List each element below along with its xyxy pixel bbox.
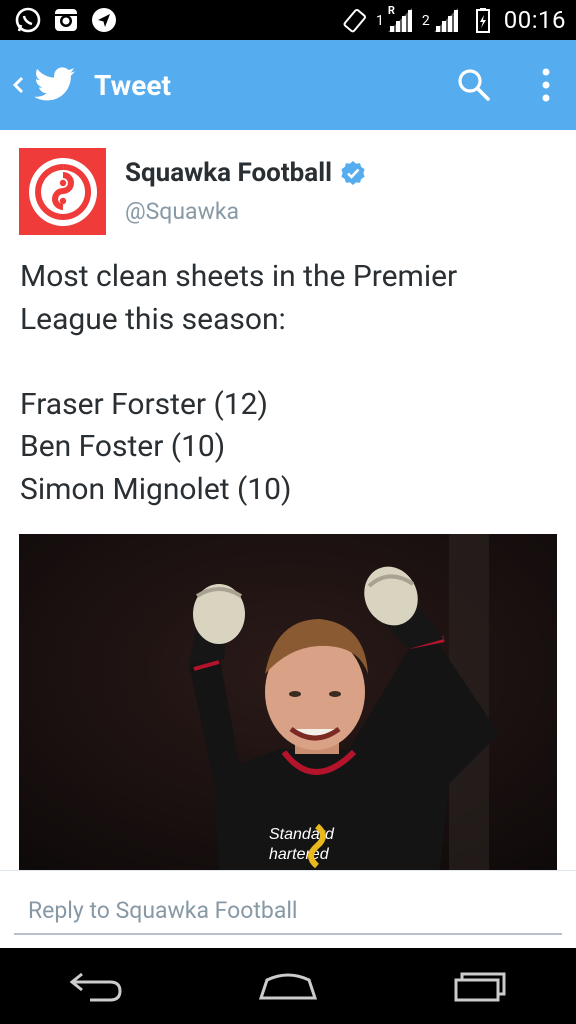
signal-icon [432, 6, 460, 34]
vibrate-icon [340, 6, 368, 34]
signal-icon: R [386, 4, 414, 34]
navigation-bar [0, 948, 576, 1024]
home-icon [258, 973, 318, 1000]
twitter-bird-icon[interactable] [34, 67, 76, 103]
nav-back-button[interactable] [56, 956, 136, 1016]
avatar[interactable] [19, 148, 106, 235]
search-button[interactable] [450, 61, 498, 109]
page-title: Tweet [94, 68, 171, 102]
nav-home-button[interactable] [248, 956, 328, 1016]
tweet-line: Simon Mignolet (10) [20, 471, 292, 507]
tweet-line: League this season: [20, 301, 286, 337]
status-time: 00:16 [503, 6, 566, 34]
navigation-icon [90, 6, 118, 34]
overflow-menu-button[interactable] [522, 61, 570, 109]
sim1-label: 1 [375, 13, 384, 29]
display-name[interactable]: Squawka Football [125, 158, 332, 188]
instagram-icon [52, 6, 80, 34]
sponsor-text-line2: hartered [269, 846, 330, 863]
app-bar: Tweet [0, 40, 576, 130]
verified-badge-icon [341, 161, 365, 185]
sim2-label: 2 [421, 13, 430, 29]
whatsapp-icon [14, 6, 42, 34]
reply-bar: Reply to Squawka Football [0, 870, 576, 948]
squawka-logo-icon [28, 157, 97, 226]
nav-recents-button[interactable] [440, 956, 520, 1016]
back-chevron-icon[interactable] [4, 40, 32, 130]
status-bar: 1 R 2 00:16 [0, 0, 576, 40]
recent-apps-icon [454, 972, 506, 1002]
roaming-label: R [387, 4, 395, 17]
tweet-line: Ben Foster (10) [20, 429, 226, 464]
reply-input[interactable]: Reply to Squawka Football [14, 893, 562, 935]
tweet-line [20, 341, 560, 384]
tweet-photo[interactable]: Standard hartered [19, 534, 557, 874]
tweet-line: Fraser Forster (12) [20, 386, 268, 422]
more-vert-icon [542, 68, 550, 102]
battery-icon [468, 6, 496, 34]
tweet-text: Most clean sheets in the Premier League … [20, 256, 560, 511]
search-icon [458, 69, 490, 101]
tweet-line: Most clean sheets in the Premier [20, 259, 458, 294]
user-handle[interactable]: @Squawka [125, 198, 239, 225]
back-icon [69, 972, 122, 1002]
